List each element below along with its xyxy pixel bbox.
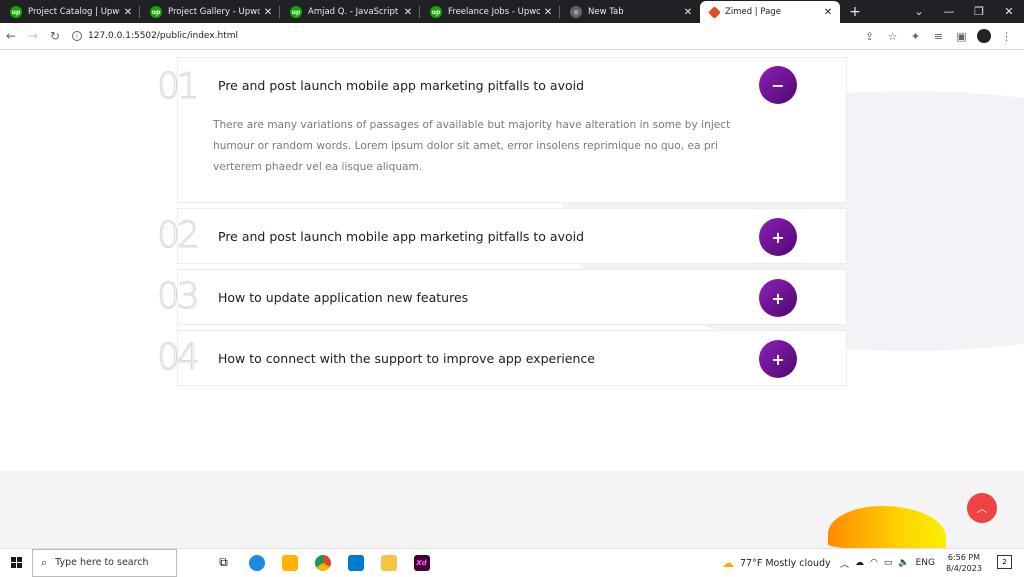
tab-amjad-profile[interactable]: up Amjad Q. - JavaScript | Htm ✕: [280, 1, 420, 23]
close-window-icon[interactable]: ✕: [994, 0, 1024, 23]
zimed-icon: [708, 5, 721, 19]
close-icon[interactable]: ✕: [260, 7, 276, 18]
upwork-icon: up: [150, 6, 162, 18]
collapse-button[interactable]: −: [759, 66, 797, 104]
extensions-icon[interactable]: ✦: [904, 30, 927, 43]
faq-number: 01: [157, 66, 201, 108]
side-panel-icon[interactable]: ▣: [950, 30, 973, 43]
volume-icon[interactable]: 🔈: [898, 558, 909, 568]
task-view-icon[interactable]: ⧉: [207, 549, 240, 577]
onedrive-icon[interactable]: ☁: [855, 558, 864, 568]
taskbar-apps: ⧉ Xd: [207, 549, 438, 577]
time-text: 6:56 PM: [947, 553, 981, 562]
faq-item[interactable]: 02 Pre and post launch mobile app market…: [157, 208, 847, 264]
expand-button[interactable]: +: [759, 218, 797, 256]
upwork-icon: up: [10, 6, 22, 18]
reading-list-icon[interactable]: ≡: [927, 30, 950, 43]
tab-title: New Tab: [588, 7, 624, 17]
cloud-sun-icon: ☁: [722, 556, 734, 570]
tab-search-icon[interactable]: ⌄: [904, 0, 934, 23]
address-bar: ← → ↻ i 127.0.0.1:5502/public/index.html…: [0, 23, 1024, 50]
edge-icon[interactable]: [240, 549, 273, 577]
paint-icon[interactable]: [273, 549, 306, 577]
weather-widget[interactable]: ☁ 77°F Mostly cloudy: [722, 549, 831, 577]
clock[interactable]: 6:56 PM 8/4/2023: [946, 552, 982, 574]
chevron-up-icon[interactable]: ︿: [840, 557, 849, 570]
tab-title: Amjad Q. - JavaScript | Htm: [308, 7, 400, 17]
tab-freelance-jobs[interactable]: up Freelance Jobs - Upwork ✕: [420, 1, 560, 23]
avatar[interactable]: [977, 29, 991, 43]
minimize-icon[interactable]: —: [934, 0, 964, 23]
menu-kebab-icon[interactable]: ⋮: [995, 30, 1018, 43]
new-tab-button[interactable]: +: [840, 1, 870, 23]
file-explorer-icon[interactable]: [372, 549, 405, 577]
tab-title: Project Gallery - Upwork C: [168, 7, 260, 17]
battery-icon[interactable]: ▭: [884, 558, 893, 568]
back-icon[interactable]: ←: [0, 29, 22, 43]
search-placeholder: Type here to search: [55, 557, 149, 568]
faq-question[interactable]: Pre and post launch mobile app marketing…: [218, 78, 584, 93]
expand-button[interactable]: +: [759, 279, 797, 317]
adobe-xd-icon[interactable]: Xd: [405, 549, 438, 577]
notification-count: 2: [1002, 558, 1007, 566]
upwork-icon: up: [430, 6, 442, 18]
scroll-to-top-button[interactable]: ︿: [967, 493, 997, 523]
faq-item[interactable]: 04 How to connect with the support to im…: [157, 330, 847, 386]
url-text: 127.0.0.1:5502/public/index.html: [88, 31, 239, 41]
tab-title: Zimed | Page: [725, 7, 781, 17]
tab-project-gallery[interactable]: up Project Gallery - Upwork C ✕: [140, 1, 280, 23]
toolbar-icons: ⇪ ☆ ✦ ≡ ▣ ⋮: [858, 29, 1018, 43]
page-viewport: 01 Pre and post launch mobile app market…: [0, 51, 1024, 548]
language-indicator[interactable]: ENG: [916, 558, 935, 568]
bookmark-star-icon[interactable]: ☆: [881, 30, 904, 43]
close-icon[interactable]: ✕: [540, 7, 556, 18]
faq-question[interactable]: How to connect with the support to impro…: [218, 351, 595, 366]
faq-question[interactable]: Pre and post launch mobile app marketing…: [218, 229, 584, 244]
vscode-icon[interactable]: [339, 549, 372, 577]
date-text: 8/4/2023: [946, 564, 982, 573]
window-controls: ⌄ — ❐ ✕: [904, 0, 1024, 23]
chevron-up-icon: ︿: [976, 502, 988, 515]
start-button[interactable]: [0, 557, 32, 568]
restore-icon[interactable]: ❐: [964, 0, 994, 23]
upwork-icon: up: [290, 6, 302, 18]
close-icon[interactable]: ✕: [820, 7, 836, 18]
wifi-icon[interactable]: ◠: [870, 558, 878, 568]
chrome-icon[interactable]: [306, 549, 339, 577]
system-tray: ︿ ☁ ◠ ▭ 🔈 ENG: [840, 549, 941, 577]
site-info-icon[interactable]: i: [72, 31, 82, 41]
faq-number: 02: [157, 215, 201, 257]
globe-icon: ◎: [570, 6, 582, 18]
faq-number: 03: [157, 276, 201, 318]
faq-answer: There are many variations of passages of…: [213, 119, 731, 173]
windows-logo-icon: [10, 557, 22, 568]
url-field[interactable]: i 127.0.0.1:5502/public/index.html: [72, 26, 858, 46]
tab-new-tab[interactable]: ◎ New Tab ✕: [560, 1, 700, 23]
weather-text: 77°F Mostly cloudy: [740, 557, 831, 569]
tab-title: Freelance Jobs - Upwork: [448, 7, 540, 17]
tab-zimed-page[interactable]: Zimed | Page ✕: [700, 1, 840, 23]
forward-icon[interactable]: →: [22, 29, 44, 43]
close-icon[interactable]: ✕: [120, 7, 136, 18]
faq-question[interactable]: How to update application new features: [218, 290, 468, 305]
tab-title: Project Catalog | Upwork: [28, 7, 120, 17]
search-icon: ⌕: [41, 555, 48, 569]
windows-taskbar: ⌕ Type here to search ⧉ Xd ☁ 77°F Mostly…: [0, 548, 1024, 577]
expand-button[interactable]: +: [759, 340, 797, 378]
browser-tab-strip: up Project Catalog | Upwork ✕ up Project…: [0, 0, 1024, 23]
faq-item-expanded: 01 Pre and post launch mobile app market…: [157, 57, 847, 203]
reload-icon[interactable]: ↻: [44, 29, 66, 43]
close-icon[interactable]: ✕: [400, 7, 416, 18]
share-icon[interactable]: ⇪: [858, 30, 881, 43]
faq-item[interactable]: 03 How to update application new feature…: [157, 269, 847, 325]
tab-project-catalog[interactable]: up Project Catalog | Upwork ✕: [0, 1, 140, 23]
taskbar-search-input[interactable]: ⌕ Type here to search: [32, 548, 177, 577]
notifications-icon[interactable]: 2: [997, 555, 1012, 569]
faq-number: 04: [157, 337, 201, 379]
close-icon[interactable]: ✕: [680, 7, 696, 18]
